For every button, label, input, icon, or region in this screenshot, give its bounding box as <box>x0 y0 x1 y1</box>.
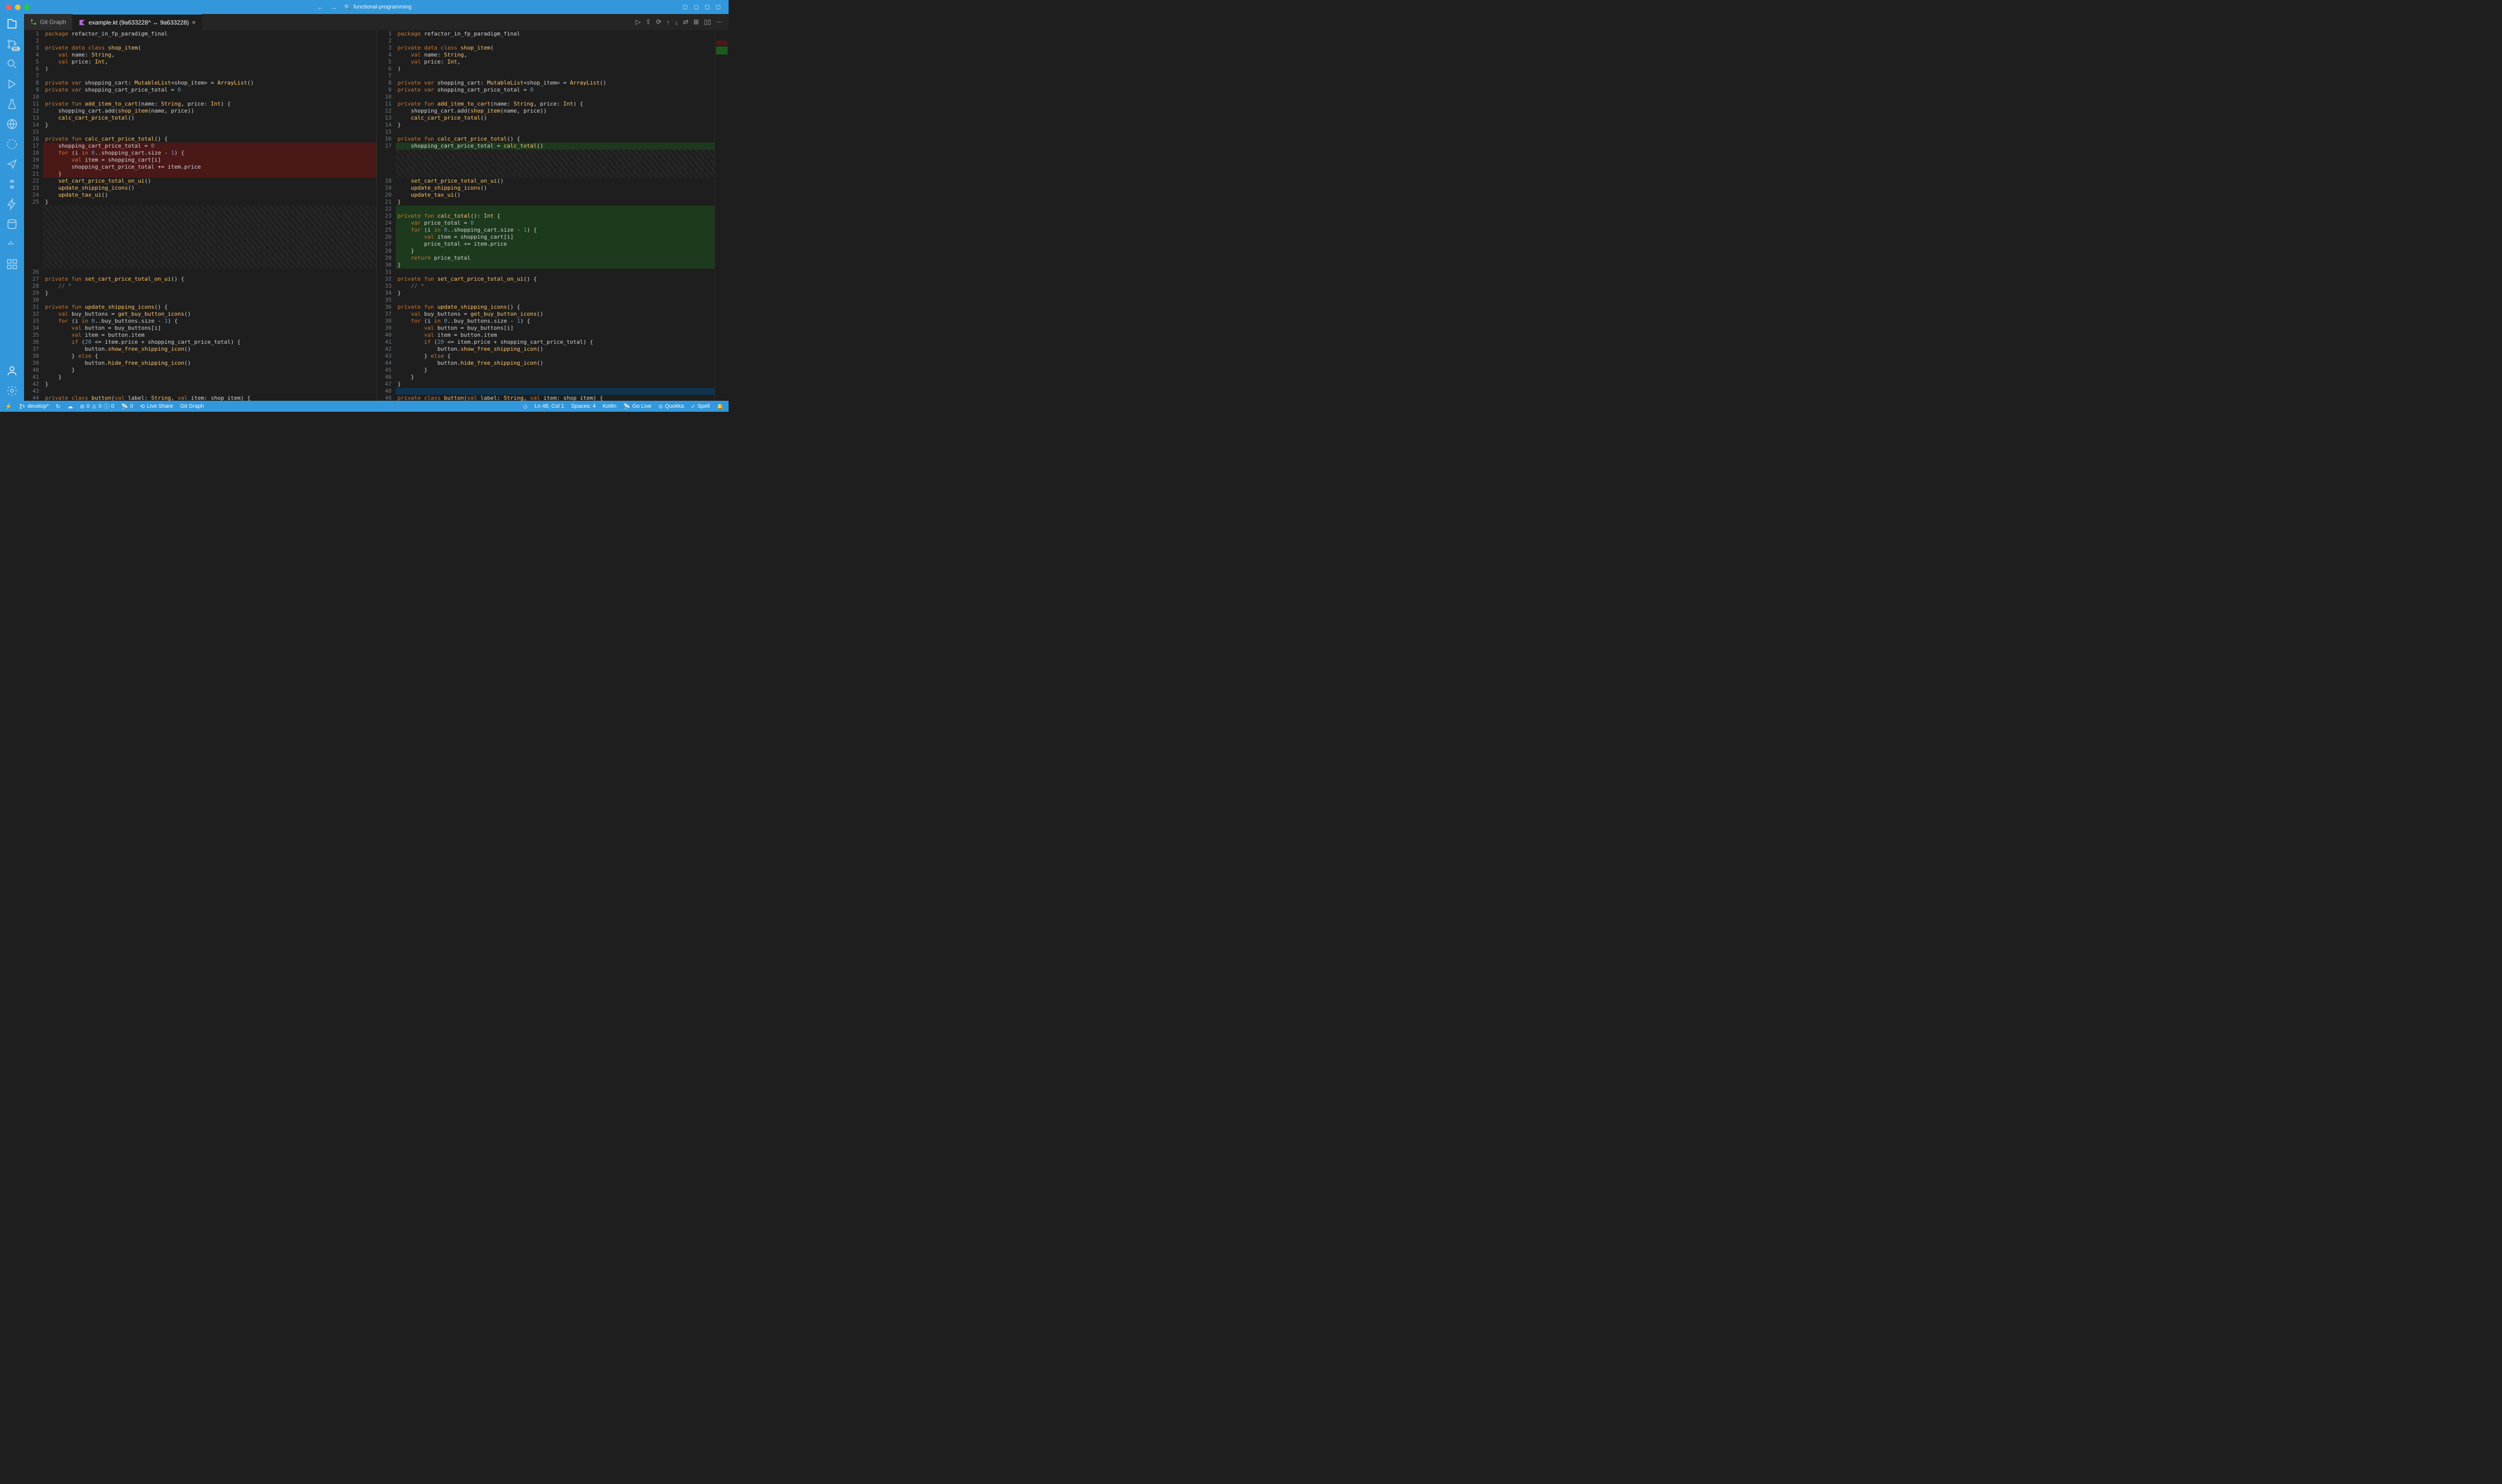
database-icon[interactable] <box>6 218 18 230</box>
tab-git-graph[interactable]: Git Graph <box>24 14 73 30</box>
remote-icon[interactable] <box>6 118 18 130</box>
tab-label: Git Graph <box>40 19 66 26</box>
refresh-icon[interactable]: ⟳ <box>656 18 662 26</box>
accounts-icon[interactable] <box>6 365 18 377</box>
cursor-position[interactable]: Ln 48, Col 1 <box>534 403 564 410</box>
more-actions-icon[interactable]: ⋯ <box>716 18 723 26</box>
share-icon[interactable] <box>6 158 18 170</box>
sync-indicator[interactable]: ↻ <box>56 403 61 410</box>
compass-icon[interactable]: ◇ <box>523 403 527 410</box>
settings-icon[interactable] <box>6 385 18 397</box>
run-icon[interactable]: ▷ <box>636 18 641 26</box>
extensions-icon[interactable] <box>6 258 18 270</box>
minimize-window[interactable] <box>15 5 21 10</box>
window-controls <box>6 5 30 10</box>
git-graph-icon <box>30 19 37 26</box>
notifications-icon[interactable]: 🔔 <box>717 403 724 410</box>
cloud-icon[interactable]: ☁ <box>68 403 73 410</box>
remote-indicator[interactable]: ⚡ <box>5 403 12 410</box>
scm-icon[interactable]: 81 <box>6 38 18 50</box>
git-graph-status[interactable]: Git Graph <box>180 403 204 409</box>
maximize-window[interactable] <box>24 5 30 10</box>
scm-badge: 81 <box>12 47 20 51</box>
circle-dashed-icon[interactable] <box>6 138 18 150</box>
swap-panes-icon[interactable]: ⇄ <box>683 18 689 26</box>
project-name: functional-programming <box>354 4 412 10</box>
close-tab-icon[interactable]: × <box>192 19 196 26</box>
status-bar: ⚡ develop* ↻ ☁ ⊘ 0 ⚠ 0 ⓘ 0 📡 0 ⟲ Live Sh… <box>0 401 729 412</box>
problems-indicator[interactable]: ⊘ 0 ⚠ 0 ⓘ 0 <box>80 402 114 410</box>
layout-primary-side-icon[interactable]: ▢ <box>683 4 690 11</box>
ports-indicator[interactable]: 📡 0 <box>121 403 133 410</box>
indent-indicator[interactable]: Spaces: 4 <box>571 403 595 410</box>
search-side-icon[interactable] <box>6 58 18 70</box>
search-icon: 🔍 <box>344 4 351 11</box>
close-window[interactable] <box>6 5 12 10</box>
kotlin-icon <box>79 19 86 26</box>
minimap[interactable] <box>715 31 729 401</box>
next-change-icon[interactable]: ↓ <box>675 19 678 26</box>
bolt-icon[interactable] <box>6 198 18 210</box>
customize-layout-icon[interactable]: ▢ <box>716 4 723 11</box>
activity-bar: 81 <box>0 14 24 401</box>
layout-secondary-side-icon[interactable]: ▢ <box>705 4 712 11</box>
diff-left-pane[interactable]: 1234567891011121314151617181920212223242… <box>24 31 376 401</box>
split-editor-icon[interactable]: ▯▯ <box>704 18 711 26</box>
prev-change-icon[interactable]: ↑ <box>667 19 670 26</box>
upload-icon[interactable]: ⇧ <box>646 18 651 26</box>
language-mode[interactable]: Kotlin <box>602 403 616 410</box>
quokka[interactable]: ⊙ Quokka <box>658 403 684 410</box>
nav-back-icon[interactable]: ← <box>317 4 324 11</box>
diff-editor: 1234567891011121314151617181920212223242… <box>24 31 729 401</box>
live-share[interactable]: ⟲ Live Share <box>140 403 173 410</box>
command-center[interactable]: 🔍 functional-programming <box>344 4 411 11</box>
flask-icon[interactable] <box>6 98 18 110</box>
tab-label: example.kt (9a633228^ ↔ 9a633228) <box>89 19 189 26</box>
titlebar: ← → 🔍 functional-programming ▢ ▢ ▢ ▢ <box>0 0 729 14</box>
docker-icon[interactable] <box>6 238 18 250</box>
diff-right-pane[interactable]: 1234567891011121314151617181920212223242… <box>376 31 729 401</box>
spell-check[interactable]: ✓ Spell <box>691 403 710 410</box>
nav-forward-icon[interactable]: → <box>331 4 337 11</box>
tab-bar: Git Graph example.kt (9a633228^ ↔ 9a6332… <box>24 14 729 31</box>
editor-actions: ▷ ⇧ ⟳ ↑ ↓ ⇄ ⊞ ▯▯ ⋯ <box>636 14 729 30</box>
go-live[interactable]: 📡 Go Live <box>623 403 652 410</box>
debug-icon[interactable] <box>6 78 18 90</box>
branch-indicator[interactable]: develop* <box>19 403 49 410</box>
toggle-whitespace-icon[interactable]: ⊞ <box>694 18 699 26</box>
explorer-icon[interactable] <box>6 18 18 30</box>
python-icon[interactable] <box>6 178 18 190</box>
layout-panel-icon[interactable]: ▢ <box>694 4 701 11</box>
tab-example-kt[interactable]: example.kt (9a633228^ ↔ 9a633228) × <box>73 14 202 30</box>
